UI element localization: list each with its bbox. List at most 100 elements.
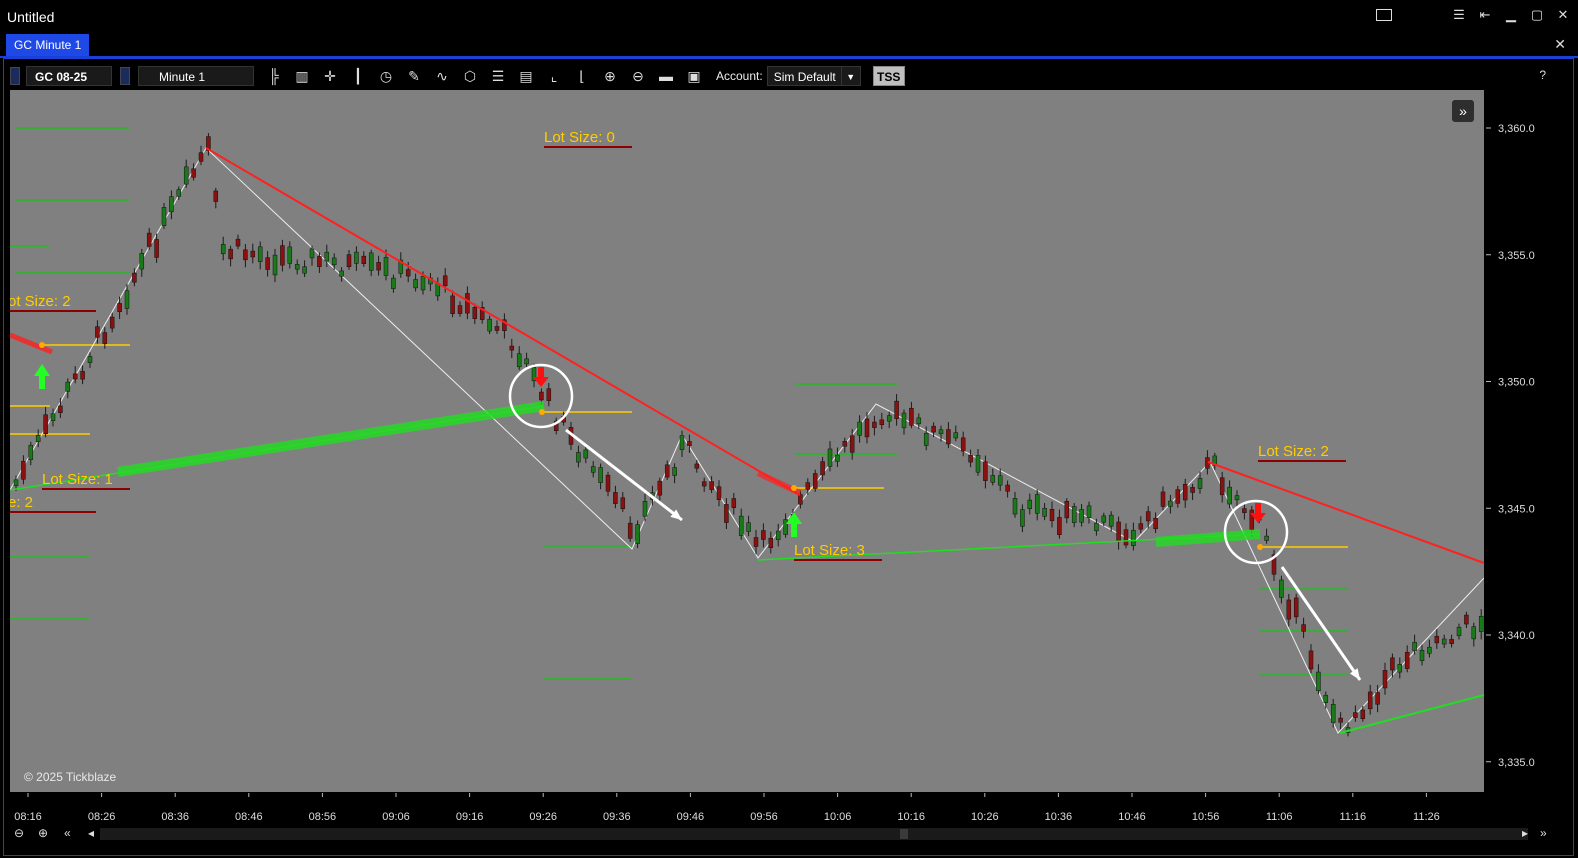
candle-body <box>72 373 78 380</box>
line-tool-icon[interactable]: ∿ <box>432 66 452 86</box>
tab-close-icon[interactable]: ✕ <box>1554 36 1566 53</box>
buy-arrow-icon <box>791 523 797 537</box>
uptrend-line-thick <box>117 401 545 477</box>
time-tick-label: 08:26 <box>88 811 116 823</box>
zoom-in-icon[interactable]: ⊕ <box>600 66 620 86</box>
entry-dot <box>1257 544 1263 550</box>
candle-body <box>901 412 907 429</box>
candle-body <box>857 421 862 436</box>
lot-size-label: Lot Size: 1 <box>42 471 113 488</box>
properties-icon[interactable]: ▤ <box>516 66 536 86</box>
scroll-left-icon[interactable]: ◂ <box>88 826 94 840</box>
candle-body <box>302 266 307 274</box>
candle-body <box>1449 639 1454 644</box>
price-axis[interactable]: 3,360.0 3,355.0 3,350.0 3,345.0 3,340.0 3,335… <box>1486 90 1558 792</box>
timeframe-link-swatch[interactable] <box>120 67 130 85</box>
candle-body <box>161 207 167 226</box>
restore-small-icon[interactable]: ⇤ <box>1478 7 1492 23</box>
scroll-thumb[interactable] <box>900 829 908 839</box>
minimize-icon[interactable]: ▁ <box>1504 7 1518 23</box>
candle-body <box>679 435 685 450</box>
candle-body <box>1138 523 1144 530</box>
price-tick-label: 3,345.0 <box>1498 503 1535 515</box>
candle-body <box>1464 614 1469 625</box>
menu-icon[interactable]: ☰ <box>1452 7 1466 23</box>
candle-body <box>309 248 315 259</box>
candle-body <box>664 464 670 478</box>
candle-body <box>339 270 344 277</box>
save-icon[interactable]: ▣ <box>684 66 704 86</box>
clock-icon[interactable]: ◷ <box>376 66 396 86</box>
price-tick-label: 3,340.0 <box>1498 630 1535 642</box>
candle-body <box>191 168 196 178</box>
expand-panel-icon[interactable]: » <box>1452 100 1474 122</box>
candle-body <box>1064 501 1070 519</box>
scroll-start-icon[interactable]: « <box>64 826 71 840</box>
bars-icon[interactable]: ┃ <box>348 66 368 86</box>
zoom-in-axis-icon[interactable]: ⊕ <box>38 826 48 840</box>
candle-body <box>1323 694 1329 703</box>
candle-body <box>1116 521 1121 543</box>
candle-body <box>701 481 707 487</box>
candle-body <box>154 239 159 258</box>
window-titlebar: Untitled ☰ ⇤ ▁ ▢ ✕ <box>0 0 1578 32</box>
tab-gc-minute-1[interactable]: GC Minute 1 <box>6 34 90 56</box>
timeframe-selector[interactable]: Minute 1 <box>138 66 254 86</box>
candle-body <box>1471 626 1477 640</box>
candle-body <box>21 460 26 480</box>
price-tick-label: 3,355.0 <box>1498 250 1535 262</box>
tss-button[interactable]: TSS <box>872 66 905 86</box>
candle-body <box>1427 646 1432 654</box>
chart-canvas[interactable]: Lot Size: 0 ot Size: 2 Lot Size: 1 e: 2 Lot … <box>10 90 1484 792</box>
zoom-out-icon[interactable]: ⊖ <box>628 66 648 86</box>
axis-scale-icon[interactable]: ⌊ <box>572 66 592 86</box>
candle-body <box>724 504 729 523</box>
indicators-icon[interactable]: ▥ <box>292 66 312 86</box>
account-selector[interactable]: Sim Default ▼ <box>766 66 861 86</box>
candle-body <box>516 353 522 368</box>
folder-icon[interactable]: ▬ <box>656 66 676 86</box>
price-axis-canvas: 3,360.0 3,355.0 3,350.0 3,345.0 3,340.0 3,335… <box>1486 123 1535 769</box>
entry-dot <box>791 485 797 491</box>
candle-body <box>731 498 737 508</box>
instrument-link-swatch[interactable] <box>10 67 20 85</box>
layout-icon[interactable] <box>1376 9 1392 21</box>
zoom-out-axis-icon[interactable]: ⊖ <box>14 826 24 840</box>
instrument-selector[interactable]: GC 08-25 <box>26 66 112 86</box>
maximize-icon[interactable]: ▢ <box>1530 7 1544 23</box>
help-button[interactable]: ? <box>1539 68 1546 82</box>
scroll-end-icon[interactable]: » <box>1540 826 1547 840</box>
candle-body <box>405 269 411 277</box>
candle-body <box>894 400 899 419</box>
price-tick-label: 3,350.0 <box>1498 377 1535 389</box>
candle-body <box>761 530 766 540</box>
candle-body <box>946 429 951 445</box>
account-value: Sim Default <box>773 70 836 84</box>
candle-body <box>331 257 337 266</box>
list-icon[interactable]: ☰ <box>488 66 508 86</box>
price-chart[interactable]: Lot Size: 0 ot Size: 2 Lot Size: 1 e: 2 Lot … <box>10 90 1484 792</box>
time-axis[interactable]: 08:16 08:26 08:36 08:46 08:56 09:06 09:16 09:26… <box>10 793 1484 823</box>
candle-body <box>457 305 463 314</box>
candle-body <box>738 515 744 536</box>
scroll-right-icon[interactable]: ▸ <box>1522 826 1528 840</box>
candle-body <box>257 246 263 262</box>
scroll-track[interactable] <box>100 828 1528 840</box>
candle-body <box>798 494 803 505</box>
axis-icon[interactable]: ⌞ <box>544 66 564 86</box>
time-tick-label: 10:56 <box>1192 811 1220 823</box>
crosshair-icon[interactable]: ✛ <box>320 66 340 86</box>
cube-icon[interactable]: ⬡ <box>460 66 480 86</box>
pencil-icon[interactable]: ✎ <box>404 66 424 86</box>
candle-body <box>287 246 293 264</box>
candle-body <box>1301 624 1306 632</box>
candle-body <box>294 264 300 270</box>
bar-type-icon[interactable]: ╠ <box>264 66 284 86</box>
candle-body <box>132 272 137 283</box>
close-icon[interactable]: ✕ <box>1556 7 1570 23</box>
candles <box>13 133 1484 737</box>
candle-body <box>590 466 596 473</box>
chevron-down-icon[interactable]: ▼ <box>840 67 860 85</box>
candle-body <box>909 407 914 426</box>
candle-body <box>1042 507 1047 517</box>
